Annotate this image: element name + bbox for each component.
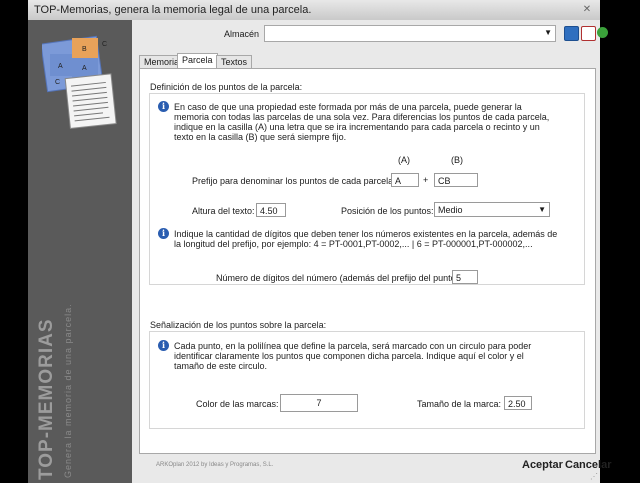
tab-label: Memoria — [144, 57, 180, 67]
posicion-value: Medio — [438, 205, 463, 215]
col-a-header: (A) — [398, 155, 410, 165]
digitos-field[interactable]: 5 — [452, 270, 478, 284]
posicion-select[interactable]: Medio ▼ — [434, 202, 550, 217]
definicion-title: Definición de los puntos de la parcela: — [150, 82, 303, 92]
chevron-down-icon: ▼ — [538, 205, 546, 214]
tab-label: Parcela — [182, 55, 213, 65]
tab-label: Textos — [221, 57, 248, 67]
sidebar: A B A C B C TOP-MEMORIAS Genera la memor… — [28, 20, 132, 483]
prefijo-label: Prefijo para denominar los puntos de cad… — [192, 176, 396, 186]
brand-title: TOP-MEMORIAS — [36, 318, 57, 480]
info-icon: i — [158, 340, 169, 351]
almacen-label: Almacén — [224, 29, 260, 39]
definicion-help: En caso de que una propiedad este formad… — [174, 102, 550, 142]
altura-label: Altura del texto: — [192, 206, 255, 216]
altura-field[interactable]: 4.50 — [256, 203, 286, 217]
chevron-down-icon: ▼ — [544, 28, 552, 37]
title-bar: TOP-Memorias, genera la memoria legal de… — [28, 0, 600, 21]
logo-letter-b: B — [82, 46, 87, 53]
main-panel: Almacén ▼ Memoria Parcela Textos Definic… — [132, 20, 611, 483]
digitos-label: Número de dígitos del número (además del… — [216, 273, 462, 283]
info-icon: i — [158, 228, 169, 239]
logo: A B A C B C — [42, 35, 117, 129]
definicion-group: Definición de los puntos de la parcela: … — [149, 82, 585, 285]
prefijo-a-field[interactable]: A — [391, 173, 419, 187]
resize-grip-icon[interactable]: ⋰ — [590, 472, 598, 481]
senalizacion-group: Señalización de los puntos sobre la parc… — [149, 320, 585, 429]
color-label: Color de las marcas: — [196, 399, 279, 409]
accept-button[interactable]: Aceptar — [522, 459, 563, 471]
app-window: TOP-Memorias, genera la memoria legal de… — [28, 0, 611, 483]
tamano-field[interactable]: 2.50 — [504, 396, 532, 410]
info-icon: i — [158, 101, 169, 112]
logo-letter-c2: C — [102, 41, 107, 48]
logo-letter-a2: A — [82, 65, 87, 72]
delete-icon[interactable] — [581, 26, 596, 41]
logo-letter-a: A — [58, 63, 63, 70]
tab-textos[interactable]: Textos — [216, 55, 253, 69]
sidebar-brand: TOP-MEMORIAS Genera la memoria de una pa… — [36, 303, 73, 480]
digitos-help: Indique la cantidad de dígitos que deben… — [174, 229, 558, 249]
posicion-label: Posición de los puntos: — [341, 206, 434, 216]
senalizacion-title: Señalización de los puntos sobre la parc… — [150, 320, 327, 330]
prefijo-b-field[interactable]: CB — [434, 173, 478, 187]
almacen-select[interactable]: ▼ — [264, 25, 556, 42]
save-icon[interactable] — [564, 26, 579, 41]
senalizacion-help: Cada punto, en la polilínea que define l… — [174, 341, 532, 371]
cancel-button[interactable]: Cancelar — [565, 459, 611, 471]
tamano-label: Tamaño de la marca: — [417, 399, 502, 409]
brand-tagline: Genera la memoria de una parcela. — [63, 303, 73, 478]
close-icon[interactable]: ✕ — [580, 3, 594, 17]
parcela-panel: Definición de los puntos de la parcela: … — [139, 68, 596, 454]
refresh-icon[interactable] — [597, 27, 608, 38]
plus-sign: + — [423, 175, 429, 185]
col-b-header: (B) — [451, 155, 463, 165]
copyright: ARKOplan 2012 by Ideas y Programas, S.L. — [156, 462, 274, 468]
window-title: TOP-Memorias, genera la memoria legal de… — [34, 4, 312, 16]
logo-letter-c: C — [55, 79, 60, 86]
color-field[interactable]: 7 — [280, 394, 358, 412]
